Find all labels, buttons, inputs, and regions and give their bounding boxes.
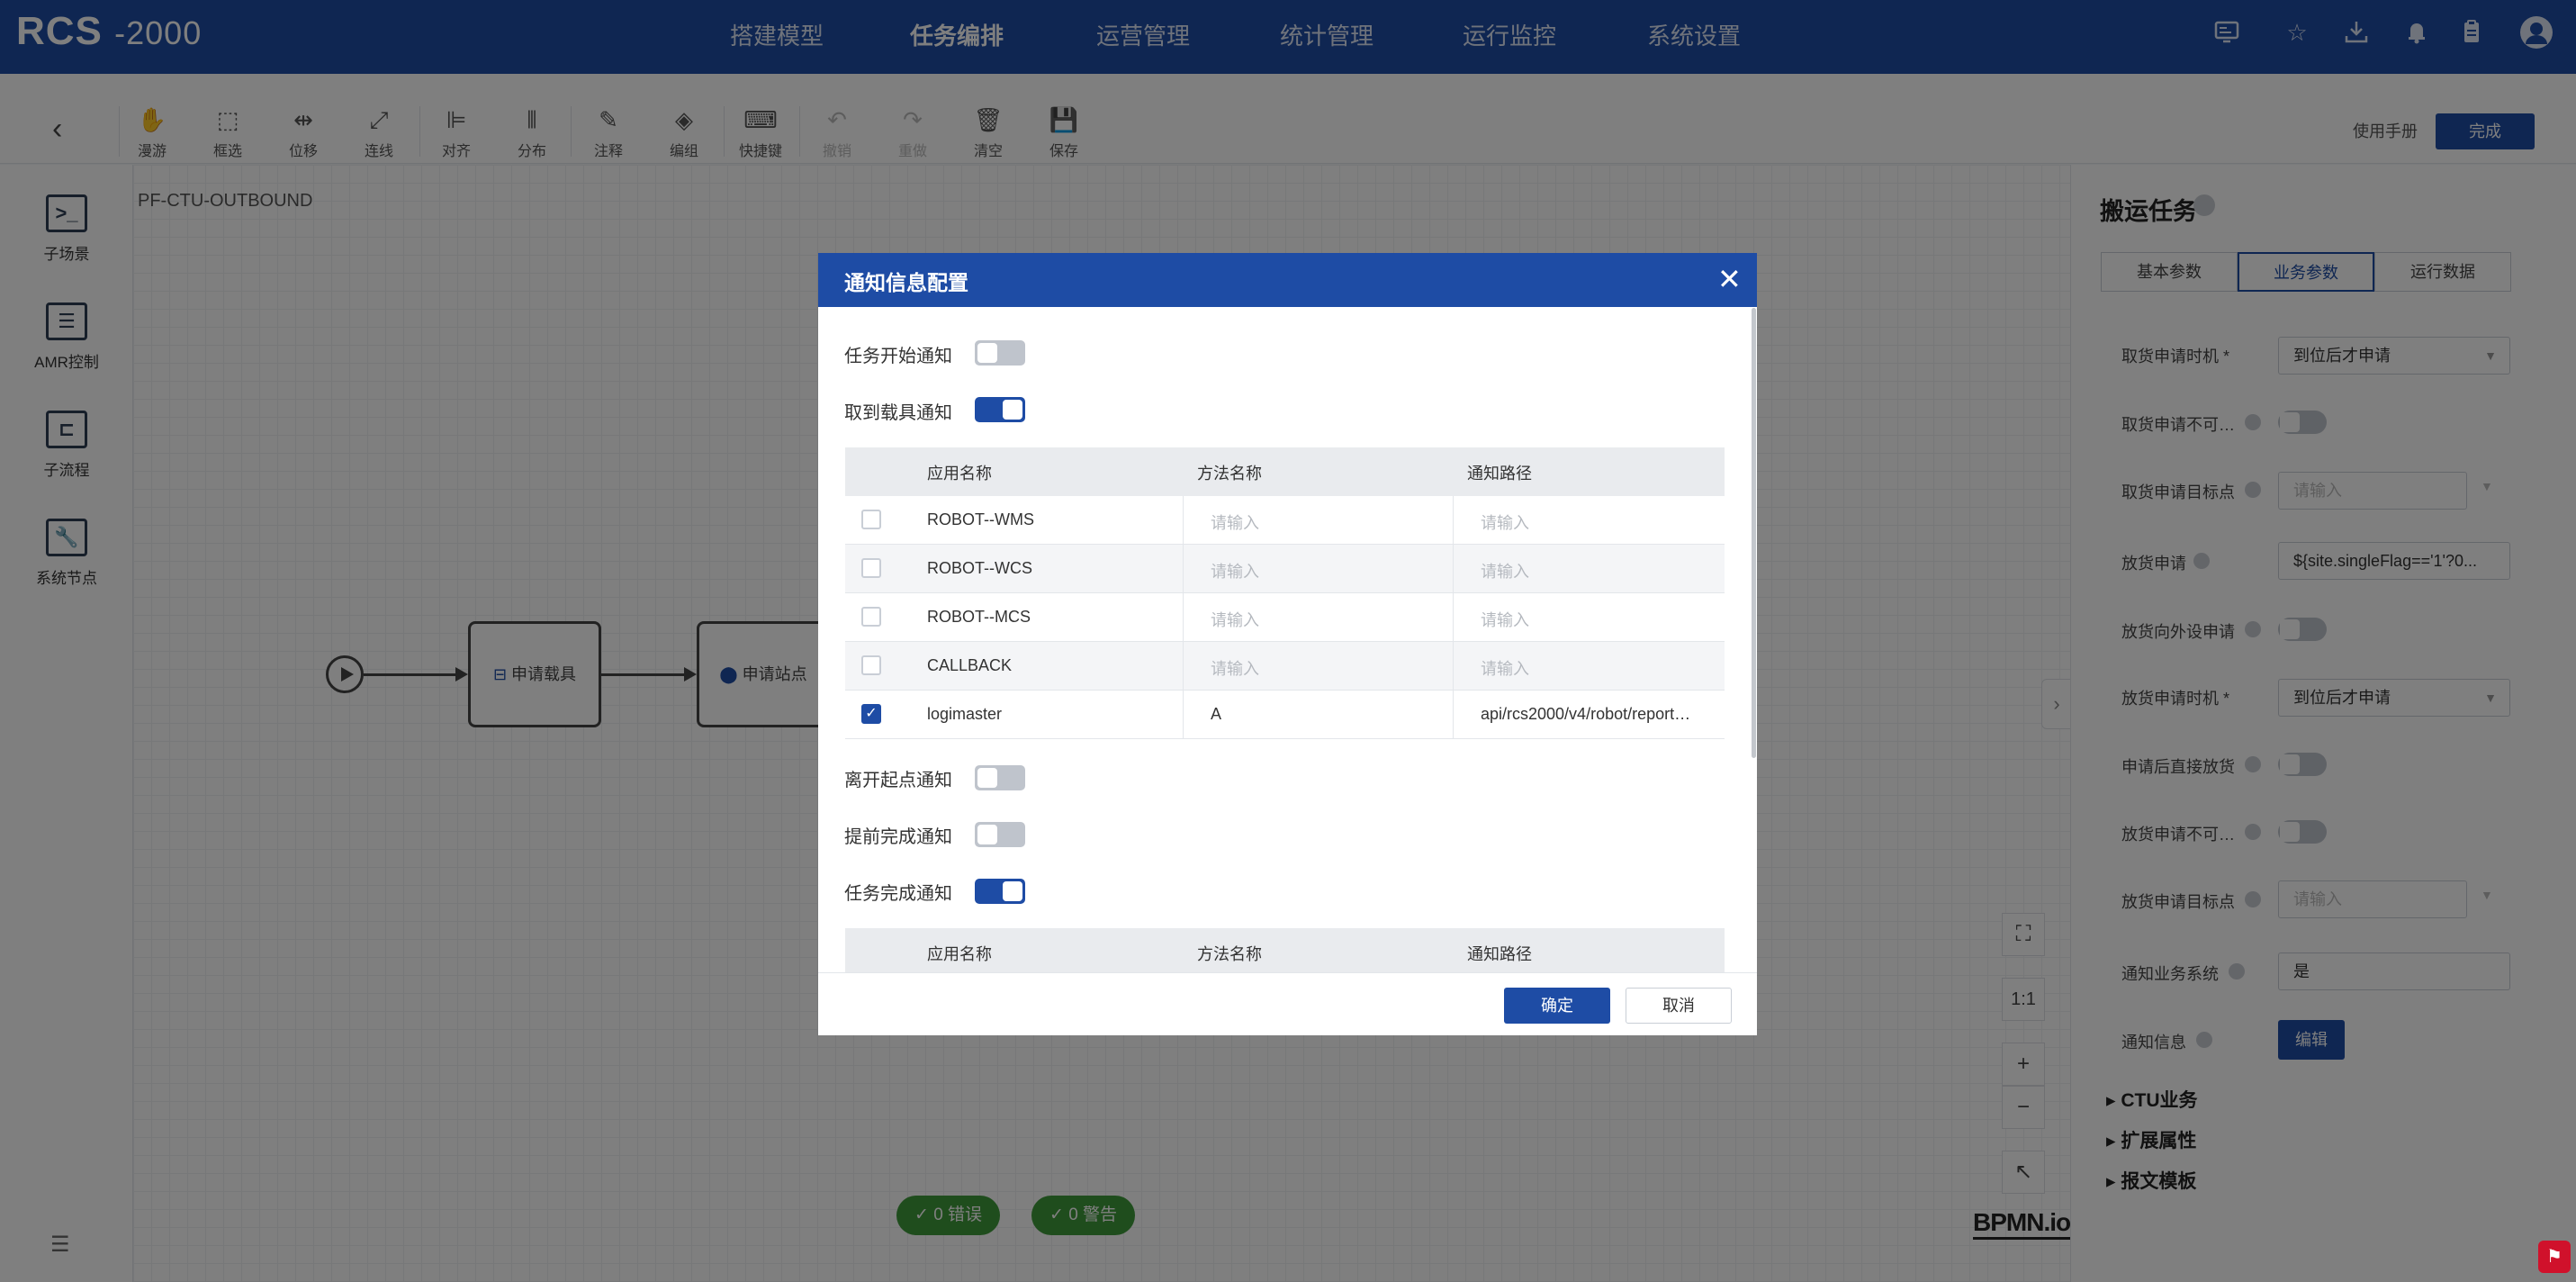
column-header-app: 应用名称 xyxy=(927,465,992,483)
row-checkbox[interactable] xyxy=(861,558,881,578)
path-input[interactable]: 请输入 xyxy=(1481,559,1529,582)
toggle-label: 提前完成通知 xyxy=(844,827,952,847)
method-input[interactable]: 请输入 xyxy=(1211,608,1259,631)
toggle-label: 离开起点通知 xyxy=(844,771,952,790)
row-checkbox[interactable] xyxy=(861,510,881,529)
flag-icon[interactable]: ⚑ xyxy=(2538,1241,2571,1273)
path-input[interactable]: 请输入 xyxy=(1481,510,1529,534)
task-start-notify-switch[interactable] xyxy=(975,340,1025,366)
toggle-label: 任务开始通知 xyxy=(844,347,952,366)
dialog-title: 通知信息配置 xyxy=(844,271,968,294)
close-icon[interactable]: ✕ xyxy=(1717,261,1742,297)
toggle-label: 取到载具通知 xyxy=(844,403,952,423)
path-input[interactable]: 请输入 xyxy=(1481,656,1529,680)
column-header-app: 应用名称 xyxy=(927,945,992,963)
path-input[interactable]: 请输入 xyxy=(1481,608,1529,631)
confirm-button[interactable]: 确定 xyxy=(1504,988,1610,1024)
app-name-cell: logimaster xyxy=(927,705,1003,723)
app-name-cell: ROBOT--WMS xyxy=(927,510,1034,528)
column-header-path: 通知路径 xyxy=(1467,465,1532,483)
method-input[interactable]: 请输入 xyxy=(1211,510,1259,534)
method-input[interactable]: A xyxy=(1211,705,1221,724)
toggle-label: 任务完成通知 xyxy=(844,884,952,904)
early-complete-notify-switch[interactable] xyxy=(975,822,1025,847)
app-name-cell: ROBOT--WCS xyxy=(927,559,1032,577)
carrier-pickup-notify-switch[interactable] xyxy=(975,397,1025,422)
method-input[interactable]: 请输入 xyxy=(1211,656,1259,680)
app-name-cell: ROBOT--MCS xyxy=(927,608,1031,626)
leave-start-notify-switch[interactable] xyxy=(975,765,1025,790)
row-checkbox[interactable] xyxy=(861,607,881,627)
row-checkbox[interactable] xyxy=(861,655,881,675)
app-name-cell: CALLBACK xyxy=(927,656,1013,674)
task-complete-notify-switch[interactable] xyxy=(975,879,1025,904)
cancel-button[interactable]: 取消 xyxy=(1626,988,1732,1024)
path-input[interactable]: api/rcs2000/v4/robot/report… xyxy=(1481,705,1715,724)
dialog-footer xyxy=(818,972,1757,1035)
row-checkbox-checked[interactable]: ✓ xyxy=(861,704,881,724)
column-header-method: 方法名称 xyxy=(1197,465,1262,483)
column-header-method: 方法名称 xyxy=(1197,945,1262,963)
method-input[interactable]: 请输入 xyxy=(1211,559,1259,582)
column-header-path: 通知路径 xyxy=(1467,945,1532,963)
dialog-scrollbar[interactable] xyxy=(1752,308,1756,758)
